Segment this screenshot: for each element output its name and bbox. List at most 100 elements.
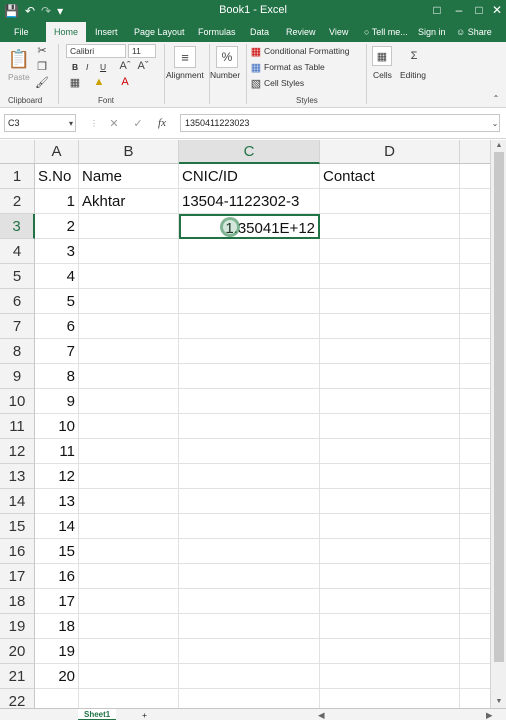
cell-a[interactable]: 7 <box>35 339 79 364</box>
cell-d[interactable] <box>320 489 460 514</box>
editing-button[interactable]: Editing <box>400 70 426 80</box>
format-as-table-button[interactable]: Format as Table <box>264 62 325 72</box>
copy-icon[interactable]: ❐ <box>36 60 48 73</box>
row-header[interactable]: 7 <box>0 314 35 339</box>
row-header[interactable]: 2 <box>0 189 35 214</box>
collapse-ribbon-icon[interactable]: ⌃ <box>490 92 502 104</box>
cell-a[interactable]: 5 <box>35 289 79 314</box>
cell-b[interactable] <box>79 339 179 364</box>
cell-a[interactable]: S.No <box>35 164 79 189</box>
cell-c[interactable] <box>179 239 320 264</box>
cell-e[interactable] <box>460 664 490 689</box>
cell-b[interactable] <box>79 239 179 264</box>
cell-d[interactable] <box>320 439 460 464</box>
cell-b[interactable] <box>79 564 179 589</box>
bold-button[interactable]: B <box>72 62 78 72</box>
row-header[interactable]: 11 <box>0 414 35 439</box>
increase-font-icon[interactable]: Aˆ <box>118 60 132 72</box>
cell-d[interactable] <box>320 364 460 389</box>
row-header[interactable]: 18 <box>0 589 35 614</box>
cell-b[interactable] <box>79 689 179 710</box>
cell-d[interactable] <box>320 189 460 214</box>
row-header[interactable]: 19 <box>0 614 35 639</box>
cell-c[interactable] <box>179 289 320 314</box>
cell-d[interactable]: Contact <box>320 164 460 189</box>
underline-button[interactable]: U <box>100 62 106 72</box>
cell-d[interactable] <box>320 214 460 239</box>
cell-a[interactable]: 11 <box>35 439 79 464</box>
row-header[interactable]: 12 <box>0 439 35 464</box>
cell-b[interactable] <box>79 264 179 289</box>
cell-d[interactable] <box>320 614 460 639</box>
conditional-formatting-button[interactable]: Conditional Formatting <box>264 46 350 56</box>
cell-c[interactable] <box>179 414 320 439</box>
cell-b[interactable] <box>79 314 179 339</box>
cell-e[interactable] <box>460 464 490 489</box>
cell-a[interactable]: 19 <box>35 639 79 664</box>
cell-e[interactable] <box>460 589 490 614</box>
cell-b[interactable]: Name <box>79 164 179 189</box>
close-icon[interactable]: ✕ <box>488 0 506 20</box>
cell-d[interactable] <box>320 314 460 339</box>
cell-d[interactable] <box>320 514 460 539</box>
cell-a[interactable]: 18 <box>35 614 79 639</box>
cell-e[interactable] <box>460 314 490 339</box>
fill-color-icon[interactable]: ▲ <box>92 76 106 88</box>
row-header[interactable]: 4 <box>0 239 35 264</box>
worksheet-grid[interactable]: A B C D 1 S.No Name CNIC/ID Contact 2 1 Akhtar 1… <box>0 140 490 710</box>
cell-b[interactable] <box>79 439 179 464</box>
sheet-tab-sheet1[interactable]: Sheet1 <box>78 709 117 720</box>
cell-e[interactable] <box>460 439 490 464</box>
formula-input[interactable]: 1350411223023 <box>180 114 500 132</box>
cell-a[interactable]: 14 <box>35 514 79 539</box>
cell-e[interactable] <box>460 639 490 664</box>
cell-b[interactable] <box>79 414 179 439</box>
percent-icon[interactable]: % <box>216 46 238 68</box>
name-box-dropdown-icon[interactable]: ▾ <box>66 118 76 128</box>
cell-e[interactable] <box>460 539 490 564</box>
column-header-c[interactable]: C <box>179 140 320 164</box>
tab-view[interactable]: View <box>329 22 348 42</box>
cell-c[interactable] <box>179 689 320 710</box>
cell-a[interactable] <box>35 689 79 710</box>
tab-insert[interactable]: Insert <box>95 22 118 42</box>
cell-e[interactable] <box>460 564 490 589</box>
cell-b[interactable] <box>79 614 179 639</box>
cell-a[interactable]: 6 <box>35 314 79 339</box>
cell-e[interactable] <box>460 364 490 389</box>
cell-a[interactable]: 13 <box>35 489 79 514</box>
cell-e[interactable] <box>460 389 490 414</box>
column-header-e[interactable] <box>460 140 490 164</box>
cell-d[interactable] <box>320 239 460 264</box>
tab-data[interactable]: Data <box>250 22 269 42</box>
cell-a[interactable]: 2 <box>35 214 79 239</box>
select-all-corner[interactable] <box>0 140 35 164</box>
cell-c[interactable]: 13504-1122302-3 <box>179 189 320 214</box>
cell-b[interactable] <box>79 514 179 539</box>
cell-b[interactable] <box>79 364 179 389</box>
cell-b[interactable]: Akhtar <box>79 189 179 214</box>
cell-b[interactable] <box>79 389 179 414</box>
cell-b[interactable] <box>79 664 179 689</box>
cell-d[interactable] <box>320 264 460 289</box>
cell-e[interactable] <box>460 339 490 364</box>
cell-c[interactable] <box>179 539 320 564</box>
cell-b[interactable] <box>79 289 179 314</box>
cell-d[interactable] <box>320 689 460 710</box>
cancel-icon[interactable]: ✕ <box>108 117 120 130</box>
alignment-button[interactable]: Alignment <box>166 70 204 80</box>
alignment-icon[interactable]: ≡ <box>174 46 196 68</box>
cell-a[interactable]: 10 <box>35 414 79 439</box>
cell-e[interactable] <box>460 489 490 514</box>
cell-e[interactable] <box>460 164 490 189</box>
cell-d[interactable] <box>320 664 460 689</box>
cell-c[interactable] <box>179 589 320 614</box>
row-header[interactable]: 14 <box>0 489 35 514</box>
row-header[interactable]: 5 <box>0 264 35 289</box>
scroll-right-icon[interactable]: ▶ <box>486 709 493 720</box>
cell-d[interactable] <box>320 289 460 314</box>
row-header[interactable]: 21 <box>0 664 35 689</box>
share-button[interactable]: ☺ Share <box>456 22 492 42</box>
cell-a[interactable]: 15 <box>35 539 79 564</box>
cell-c[interactable] <box>179 314 320 339</box>
